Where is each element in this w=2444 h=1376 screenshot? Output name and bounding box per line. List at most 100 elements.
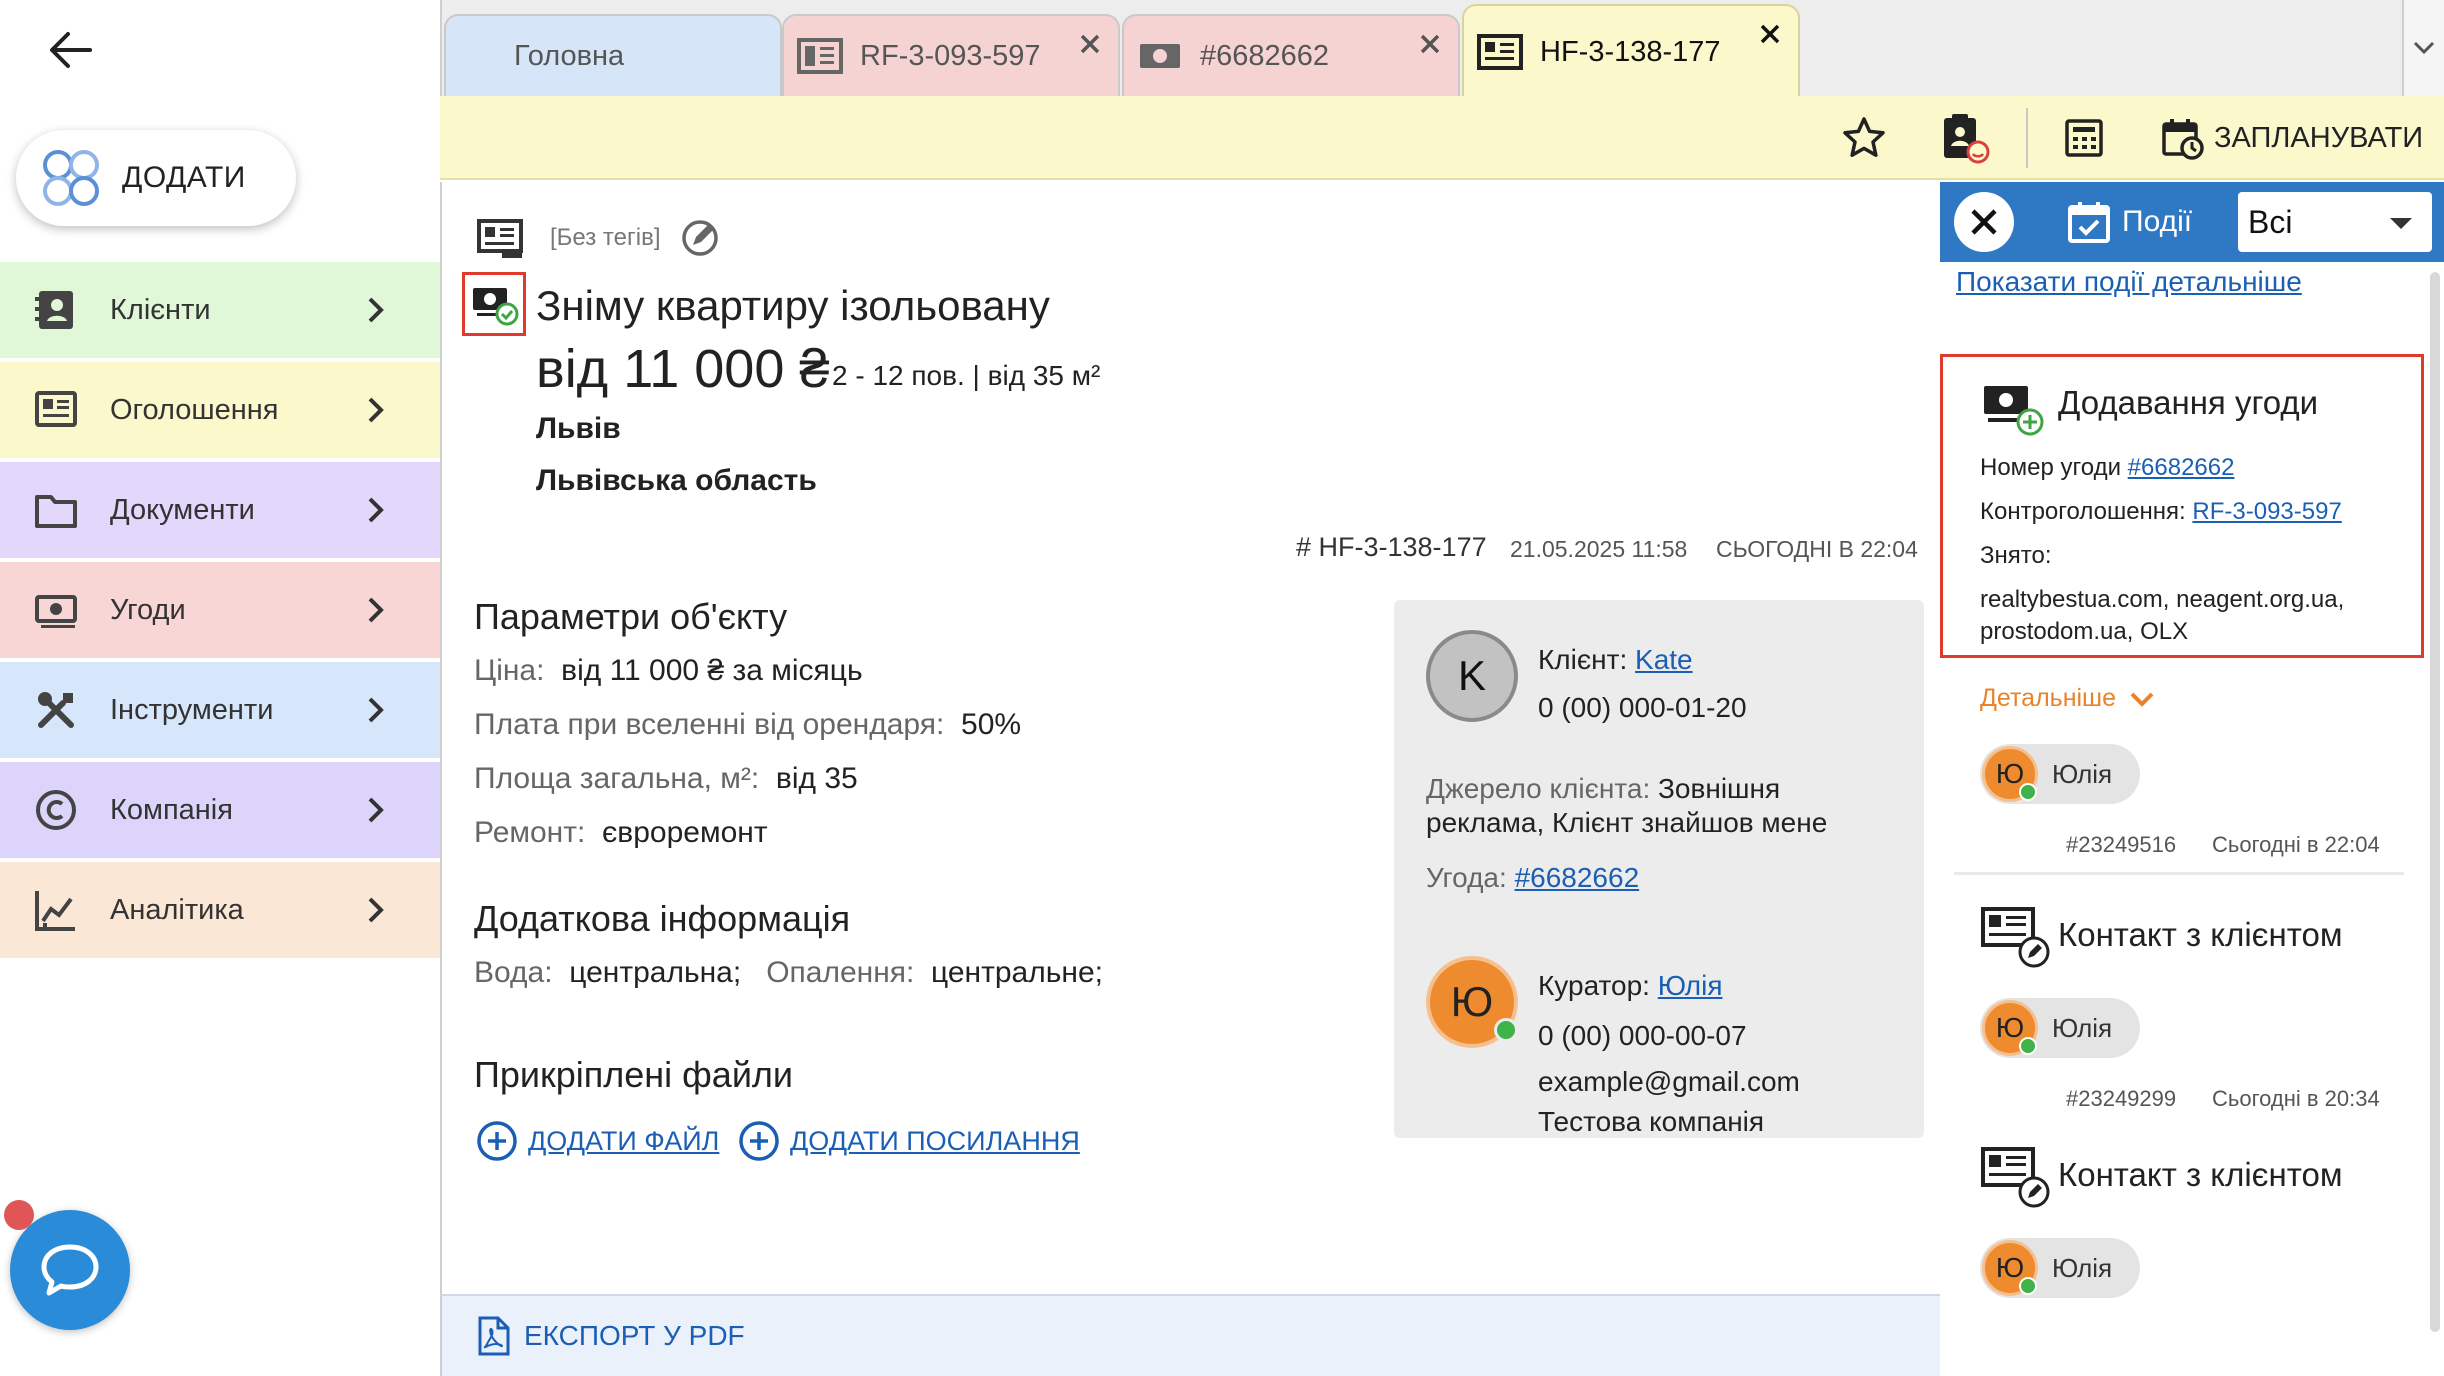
extra-info-row: Вода: центральна; Опалення: центральне; [474, 956, 1103, 989]
client-avatar[interactable]: K [1426, 630, 1518, 722]
event-user-chip[interactable]: Ю Юлія [1980, 744, 2140, 804]
sidebar-item-analytics[interactable]: Аналітика [0, 862, 440, 958]
calculator-button[interactable] [2058, 112, 2110, 164]
add-file-link[interactable]: ДОДАТИ ФАЙЛ [528, 1126, 719, 1157]
pdf-icon [478, 1316, 510, 1356]
add-button-label: ДОДАТИ [122, 161, 246, 194]
money-icon [30, 584, 82, 636]
sidebar-item-deals[interactable]: Угоди [0, 562, 440, 658]
folder-icon [30, 484, 82, 536]
event-title: Додавання угоди [2058, 384, 2319, 421]
sidebar-item-clients[interactable]: Клієнти [0, 262, 440, 358]
event-user-chip[interactable]: Ю Юлія [1980, 1238, 2140, 1298]
tab-label: RF-3-093-597 [860, 39, 1041, 72]
schedule-button-label: ЗАПЛАНУВАТИ [2214, 121, 2424, 154]
event-time: Сьогодні в 20:34 [2212, 1086, 2380, 1111]
money-add-icon [1984, 386, 2044, 436]
tab-listing-hf[interactable]: HF-3-138-177 [1462, 4, 1800, 98]
star-icon [1843, 117, 1885, 157]
export-pdf-button[interactable]: ЕКСПОРТ У PDF [440, 1294, 1948, 1376]
tab-deal[interactable]: #6682662 [1122, 14, 1460, 96]
listing-edit-icon [1981, 1147, 2050, 1208]
created-date: 21.05.2025 11:58 [1510, 536, 1688, 562]
event-divider [1954, 872, 2404, 875]
chevron-right-icon [356, 490, 396, 530]
event-deal-row: Номер угоди #6682662 [1980, 454, 2235, 481]
favorite-button[interactable] [1838, 112, 1890, 164]
deal-status-indicator[interactable] [462, 272, 526, 336]
events-title[interactable]: Події [2066, 194, 2192, 250]
sidebar-item-company[interactable]: Компанія [0, 762, 440, 858]
tab-home[interactable]: Головна [444, 14, 782, 96]
event-user-chip[interactable]: Ю Юлія [1980, 998, 2140, 1058]
listing-title: Зніму квартиру ізольовану [536, 282, 1050, 329]
close-icon[interactable] [1756, 20, 1784, 48]
show-events-details-link[interactable]: Показати події детальніше [1956, 266, 2302, 298]
online-status-dot [2019, 1037, 2037, 1055]
curator-avatar[interactable]: Ю [1426, 956, 1518, 1048]
listing-region: Львівська область [536, 464, 817, 497]
listing-id: # HF-3-138-177 [1296, 532, 1487, 562]
event-more-toggle[interactable]: Детальніше [1980, 684, 2156, 713]
add-link-link[interactable]: ДОДАТИ ПОСИЛАННЯ [790, 1126, 1080, 1157]
dropdown-arrow-icon [2390, 218, 2412, 229]
listing-icon [30, 384, 82, 436]
listing-icon [797, 38, 843, 74]
close-events-button[interactable] [1954, 192, 2014, 252]
online-status-dot [2019, 783, 2037, 801]
events-scrollbar[interactable] [2430, 272, 2440, 1332]
event-deal-link[interactable]: #6682662 [2128, 454, 2235, 481]
tab-listing-rf[interactable]: RF-3-093-597 [782, 14, 1120, 96]
param-row: Площа загальна, м²: від 35 [474, 762, 858, 795]
tab-label: #6682662 [1200, 39, 1330, 72]
curator-phone: 0 (00) 000-00-07 [1538, 1020, 1747, 1051]
sidebar-item-documents[interactable]: Документи [0, 462, 440, 558]
param-row: Плата при вселенні від орендаря: 50% [474, 708, 1022, 741]
client-deal-row: Угода: #6682662 [1426, 862, 1640, 893]
param-row: Ціна: від 11 000 ₴ за місяць [474, 654, 863, 687]
tags-label: [Без тегів] [550, 224, 661, 251]
events-header: Події Всі [1940, 182, 2444, 262]
money-icon [1140, 44, 1180, 68]
event-item: Контакт з клієнтом Ю Юлія #23249299 Сьог… [1954, 886, 2404, 1129]
event-item: Додавання угоди Номер угоди #6682662 Кон… [1940, 350, 2424, 892]
params-title: Параметри об'єкту [474, 596, 788, 637]
listing-city: Львів [536, 412, 621, 445]
back-button[interactable] [40, 22, 100, 78]
close-icon[interactable] [1416, 30, 1444, 58]
close-icon[interactable] [1076, 30, 1104, 58]
chevron-down-icon [2413, 41, 2435, 55]
edit-tags-icon[interactable] [680, 218, 720, 258]
notification-dot [4, 1200, 34, 1230]
listing-price: від 11 000 ₴ [536, 339, 830, 399]
deal-link[interactable]: #6682662 [1515, 862, 1640, 893]
chat-button[interactable] [10, 1210, 130, 1330]
sidebar-item-label: Компанія [110, 793, 233, 826]
add-link-button[interactable]: ДОДАТИ ПОСИЛАННЯ [738, 1120, 1080, 1162]
close-icon [1971, 209, 1997, 235]
event-title: Контакт з клієнтом [2058, 1156, 2343, 1193]
event-taken-label: Знято: [1980, 542, 2052, 569]
client-phone: 0 (00) 000-01-20 [1538, 692, 1747, 723]
tab-overflow-button[interactable] [2402, 0, 2444, 96]
plus-circle-icon [739, 1121, 779, 1161]
events-filter-select[interactable]: Всі [2238, 192, 2432, 252]
chevron-right-icon [356, 790, 396, 830]
tools-icon [30, 684, 82, 736]
curator-email: example@gmail.com [1538, 1066, 1800, 1097]
client-card: K Клієнт: Kate 0 (00) 000-01-20 Джерело … [1394, 600, 1924, 1138]
add-file-button[interactable]: ДОДАТИ ФАЙЛ [476, 1120, 719, 1162]
curator-name-link[interactable]: Юлія [1658, 970, 1723, 1001]
tab-label: Головна [514, 39, 625, 72]
curator-company: Тестова компанія [1538, 1106, 1765, 1137]
add-button[interactable]: ДОДАТИ [16, 130, 296, 226]
schedule-button[interactable]: ЗАПЛАНУВАТИ [2160, 110, 2423, 166]
sidebar-item-listings[interactable]: Оголошення [0, 362, 440, 458]
assign-client-button[interactable] [1938, 112, 1990, 164]
event-time: Сьогодні в 22:04 [2212, 832, 2380, 857]
client-name-link[interactable]: Kate [1635, 644, 1693, 675]
listing-icon [1477, 34, 1523, 70]
event-counter-link[interactable]: RF-3-093-597 [2192, 498, 2341, 525]
sidebar-item-tools[interactable]: Інструменти [0, 662, 440, 758]
chat-icon [41, 1244, 99, 1296]
